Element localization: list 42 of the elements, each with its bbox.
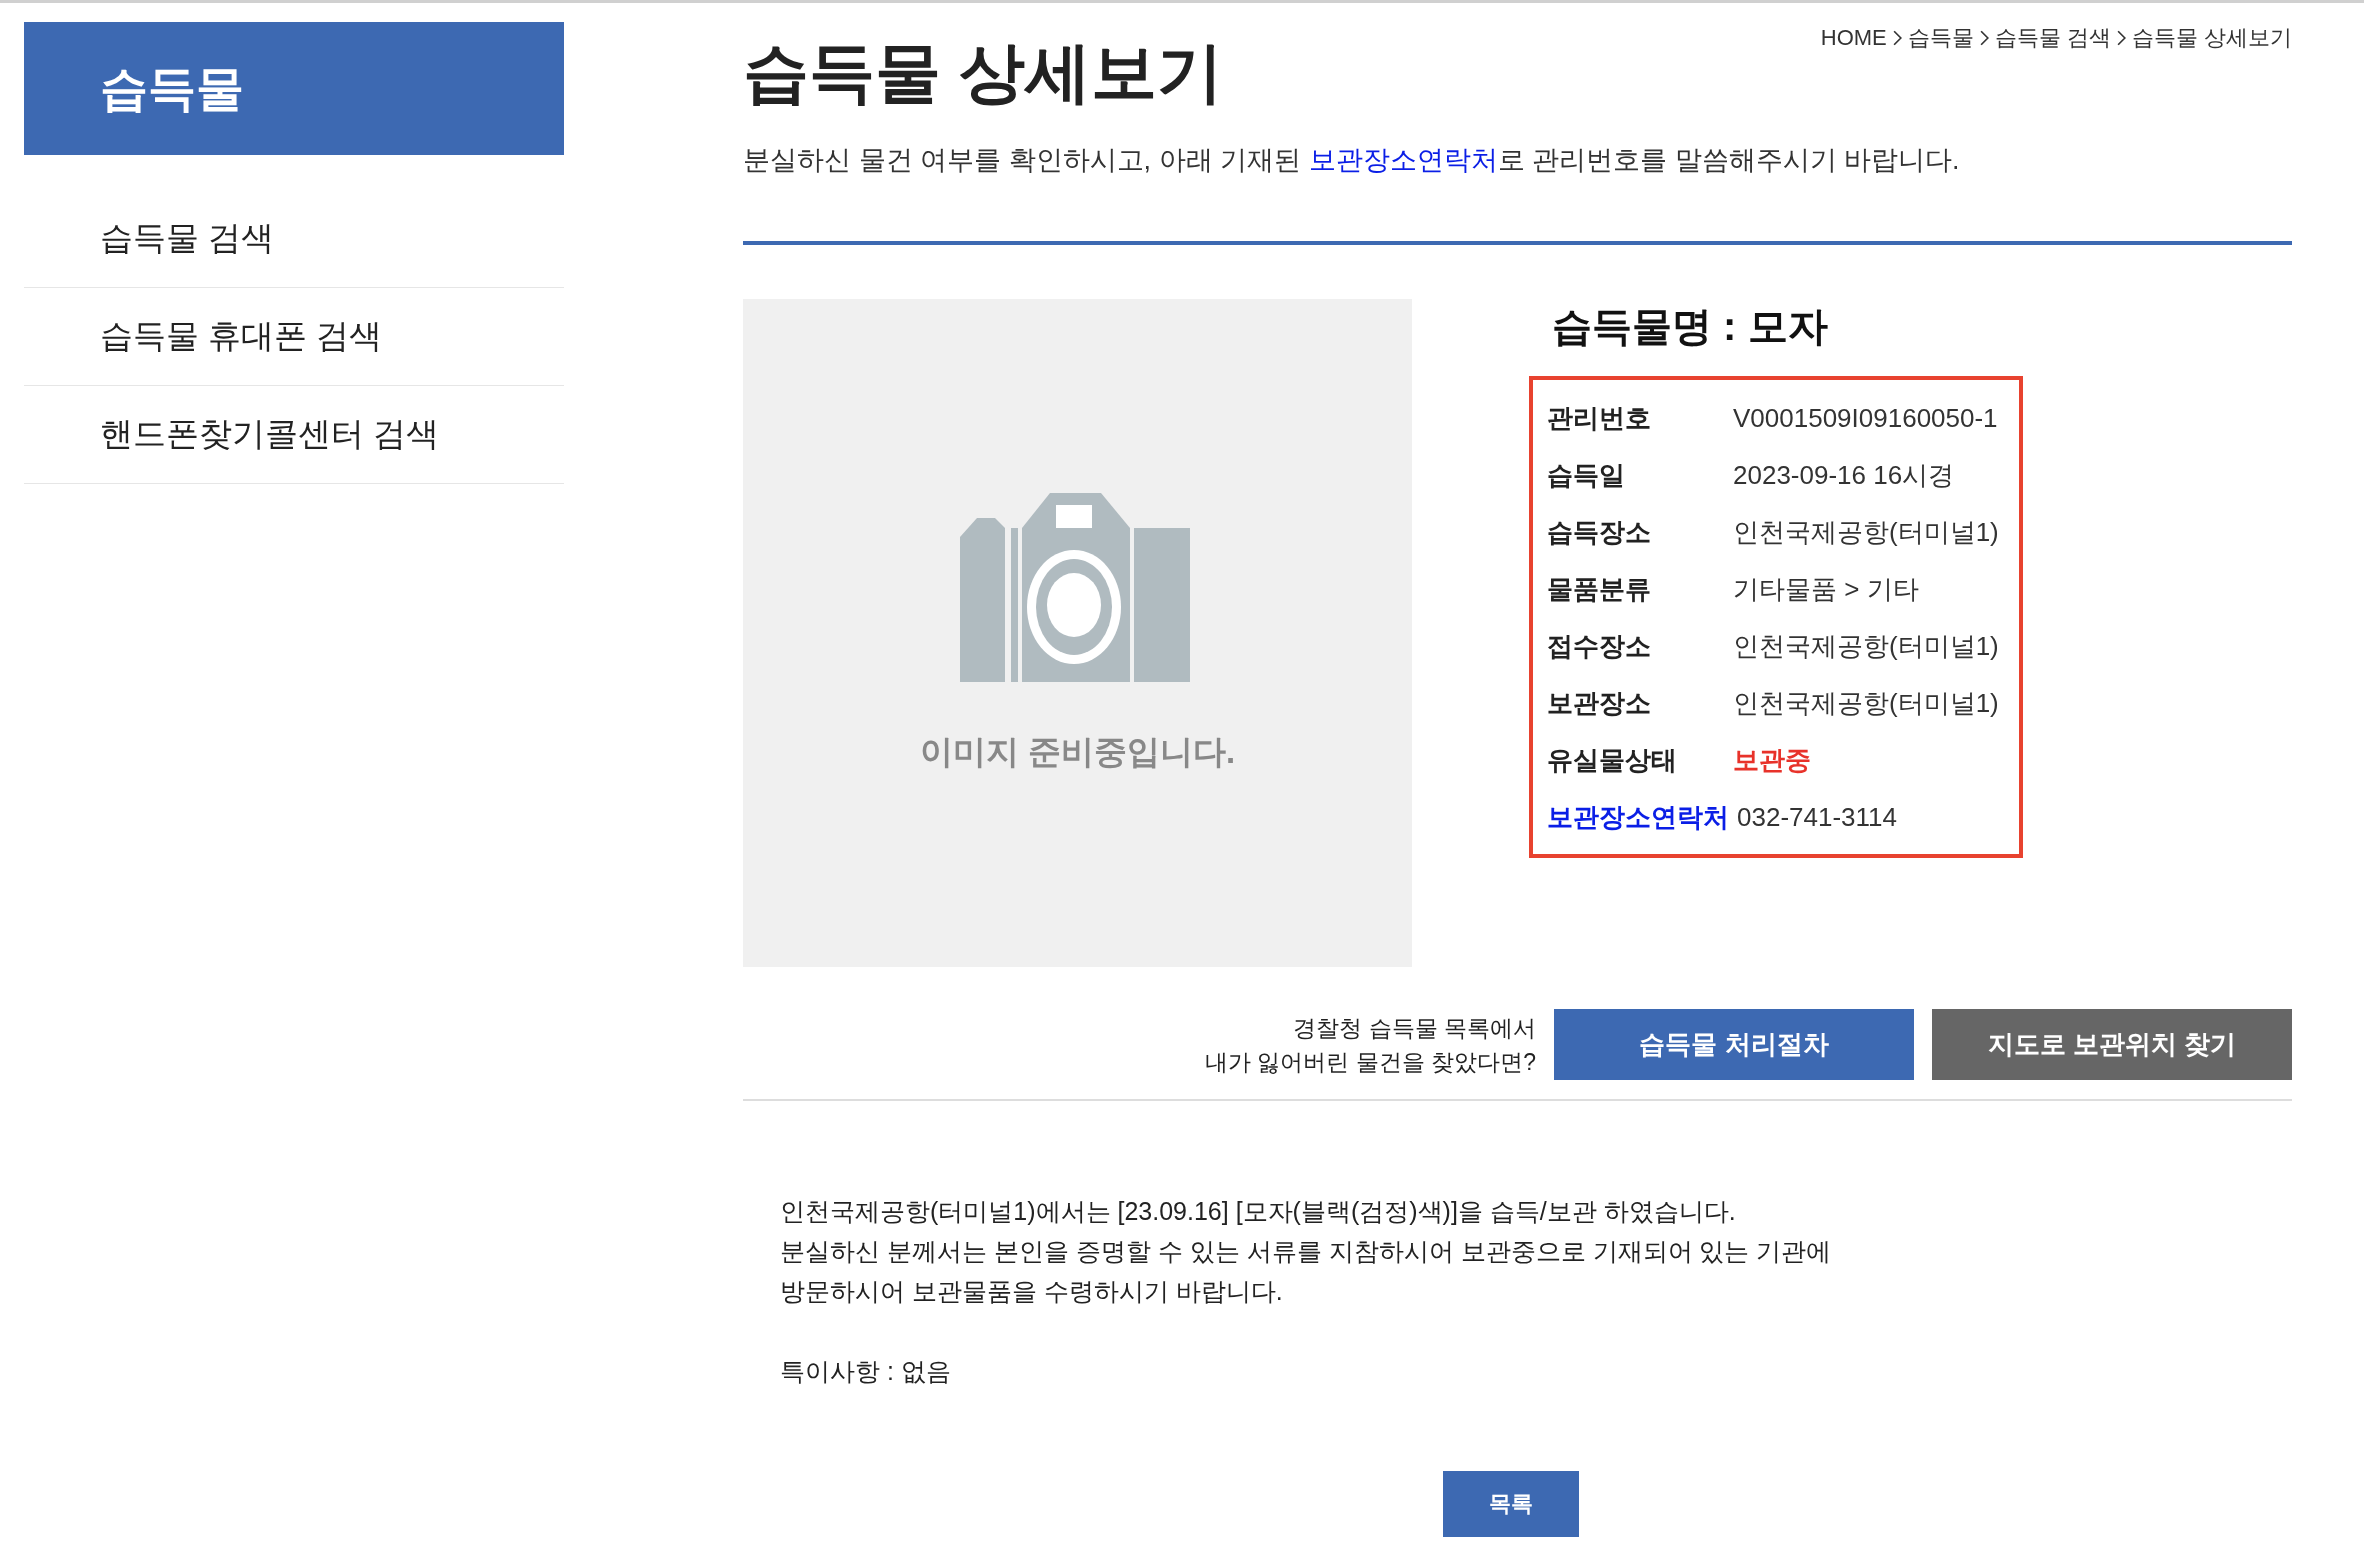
detail-value: 인천국제공항(터미널1) bbox=[1733, 516, 1999, 550]
detail-value: 기타물품 > 기타 bbox=[1733, 573, 1919, 607]
detail-label: 유실물상태 bbox=[1547, 744, 1678, 778]
page-title: 습득물 상세보기 bbox=[743, 34, 1224, 111]
notice-text: 분실하신 물건 여부를 확인하시고, 아래 기재된 보관장소연락처 로 관리번호를 말씀해주시기 바랍니다. bbox=[743, 144, 1961, 178]
detail-value: 2023-09-16 16시경 bbox=[1733, 459, 1955, 493]
sidebar-item[interactable]: 핸드폰찾기콜센터 검색 bbox=[24, 386, 564, 484]
detail-value: 032-741-3114 bbox=[1737, 802, 1897, 834]
detail-label: 물품분류 bbox=[1547, 573, 1652, 607]
prompt-text: 경찰청 습득물 목록에서 bbox=[1292, 1013, 1536, 1043]
item-name: 습득물명 : 모자 bbox=[1552, 303, 1829, 351]
description-text: 분실하신 분께서는 본인을 증명할 수 있는 서류를 지참하시어 보관중으로 기재되어 있는 기관에 bbox=[780, 1236, 1833, 1268]
sidebar-item[interactable]: 습득물 검색 bbox=[24, 190, 564, 288]
prompt-text: 내가 잃어버린 물건을 찾았다면? bbox=[1205, 1047, 1536, 1077]
detail-label: 보관장소 bbox=[1547, 687, 1652, 721]
action-button[interactable]: 지도로 보관위치 찾기 bbox=[1932, 1009, 2292, 1081]
image-caption: 이미지 준비중입니다. bbox=[919, 731, 1236, 772]
chevron-icon bbox=[2116, 30, 2126, 46]
breadcrumb-link[interactable]: 습득물 상세보기 bbox=[2131, 23, 2292, 53]
chevron-icon bbox=[1892, 30, 1902, 46]
detail-label: 접수장소 bbox=[1547, 630, 1652, 664]
camera-icon bbox=[959, 491, 1190, 682]
detail-value: 보관중 bbox=[1733, 744, 1811, 778]
chevron-icon bbox=[1979, 30, 1989, 46]
detail-label: 관리번호 bbox=[1547, 402, 1652, 436]
contact-link[interactable]: 보관장소연락처 bbox=[1308, 145, 1498, 176]
description-text: 방문하시어 보관물품을 수령하시기 바랍니다. bbox=[780, 1276, 1284, 1308]
detail-value: 인천국제공항(터미널1) bbox=[1733, 687, 1999, 721]
breadcrumb-link[interactable]: HOME bbox=[1820, 25, 1887, 51]
sidebar-item[interactable]: 습득물 휴대폰 검색 bbox=[24, 288, 564, 386]
list-button[interactable]: 목록 bbox=[1442, 1471, 1579, 1538]
detail-label: 습득일 bbox=[1547, 459, 1626, 493]
detail-value: V0001509I09160050-1 bbox=[1733, 403, 1998, 435]
breadcrumb-link[interactable]: 습득물 bbox=[1907, 23, 1974, 53]
note-text: 특이사항 : 없음 bbox=[780, 1356, 952, 1388]
detail-label: 습득장소 bbox=[1547, 516, 1652, 550]
sidebar-header: 습득물 bbox=[24, 22, 564, 155]
action-button[interactable]: 습득물 처리절차 bbox=[1554, 1009, 1914, 1081]
breadcrumb-link[interactable]: 습득물 검색 bbox=[1994, 23, 2111, 53]
detail-value: 인천국제공항(터미널1) bbox=[1733, 630, 1999, 664]
detail-label: 보관장소연락처 bbox=[1547, 801, 1729, 835]
description-text: 인천국제공항(터미널1)에서는 [23.09.16] [모자(블랙(검정)색)]을 습득/보관 하였습니다. bbox=[780, 1196, 1737, 1228]
